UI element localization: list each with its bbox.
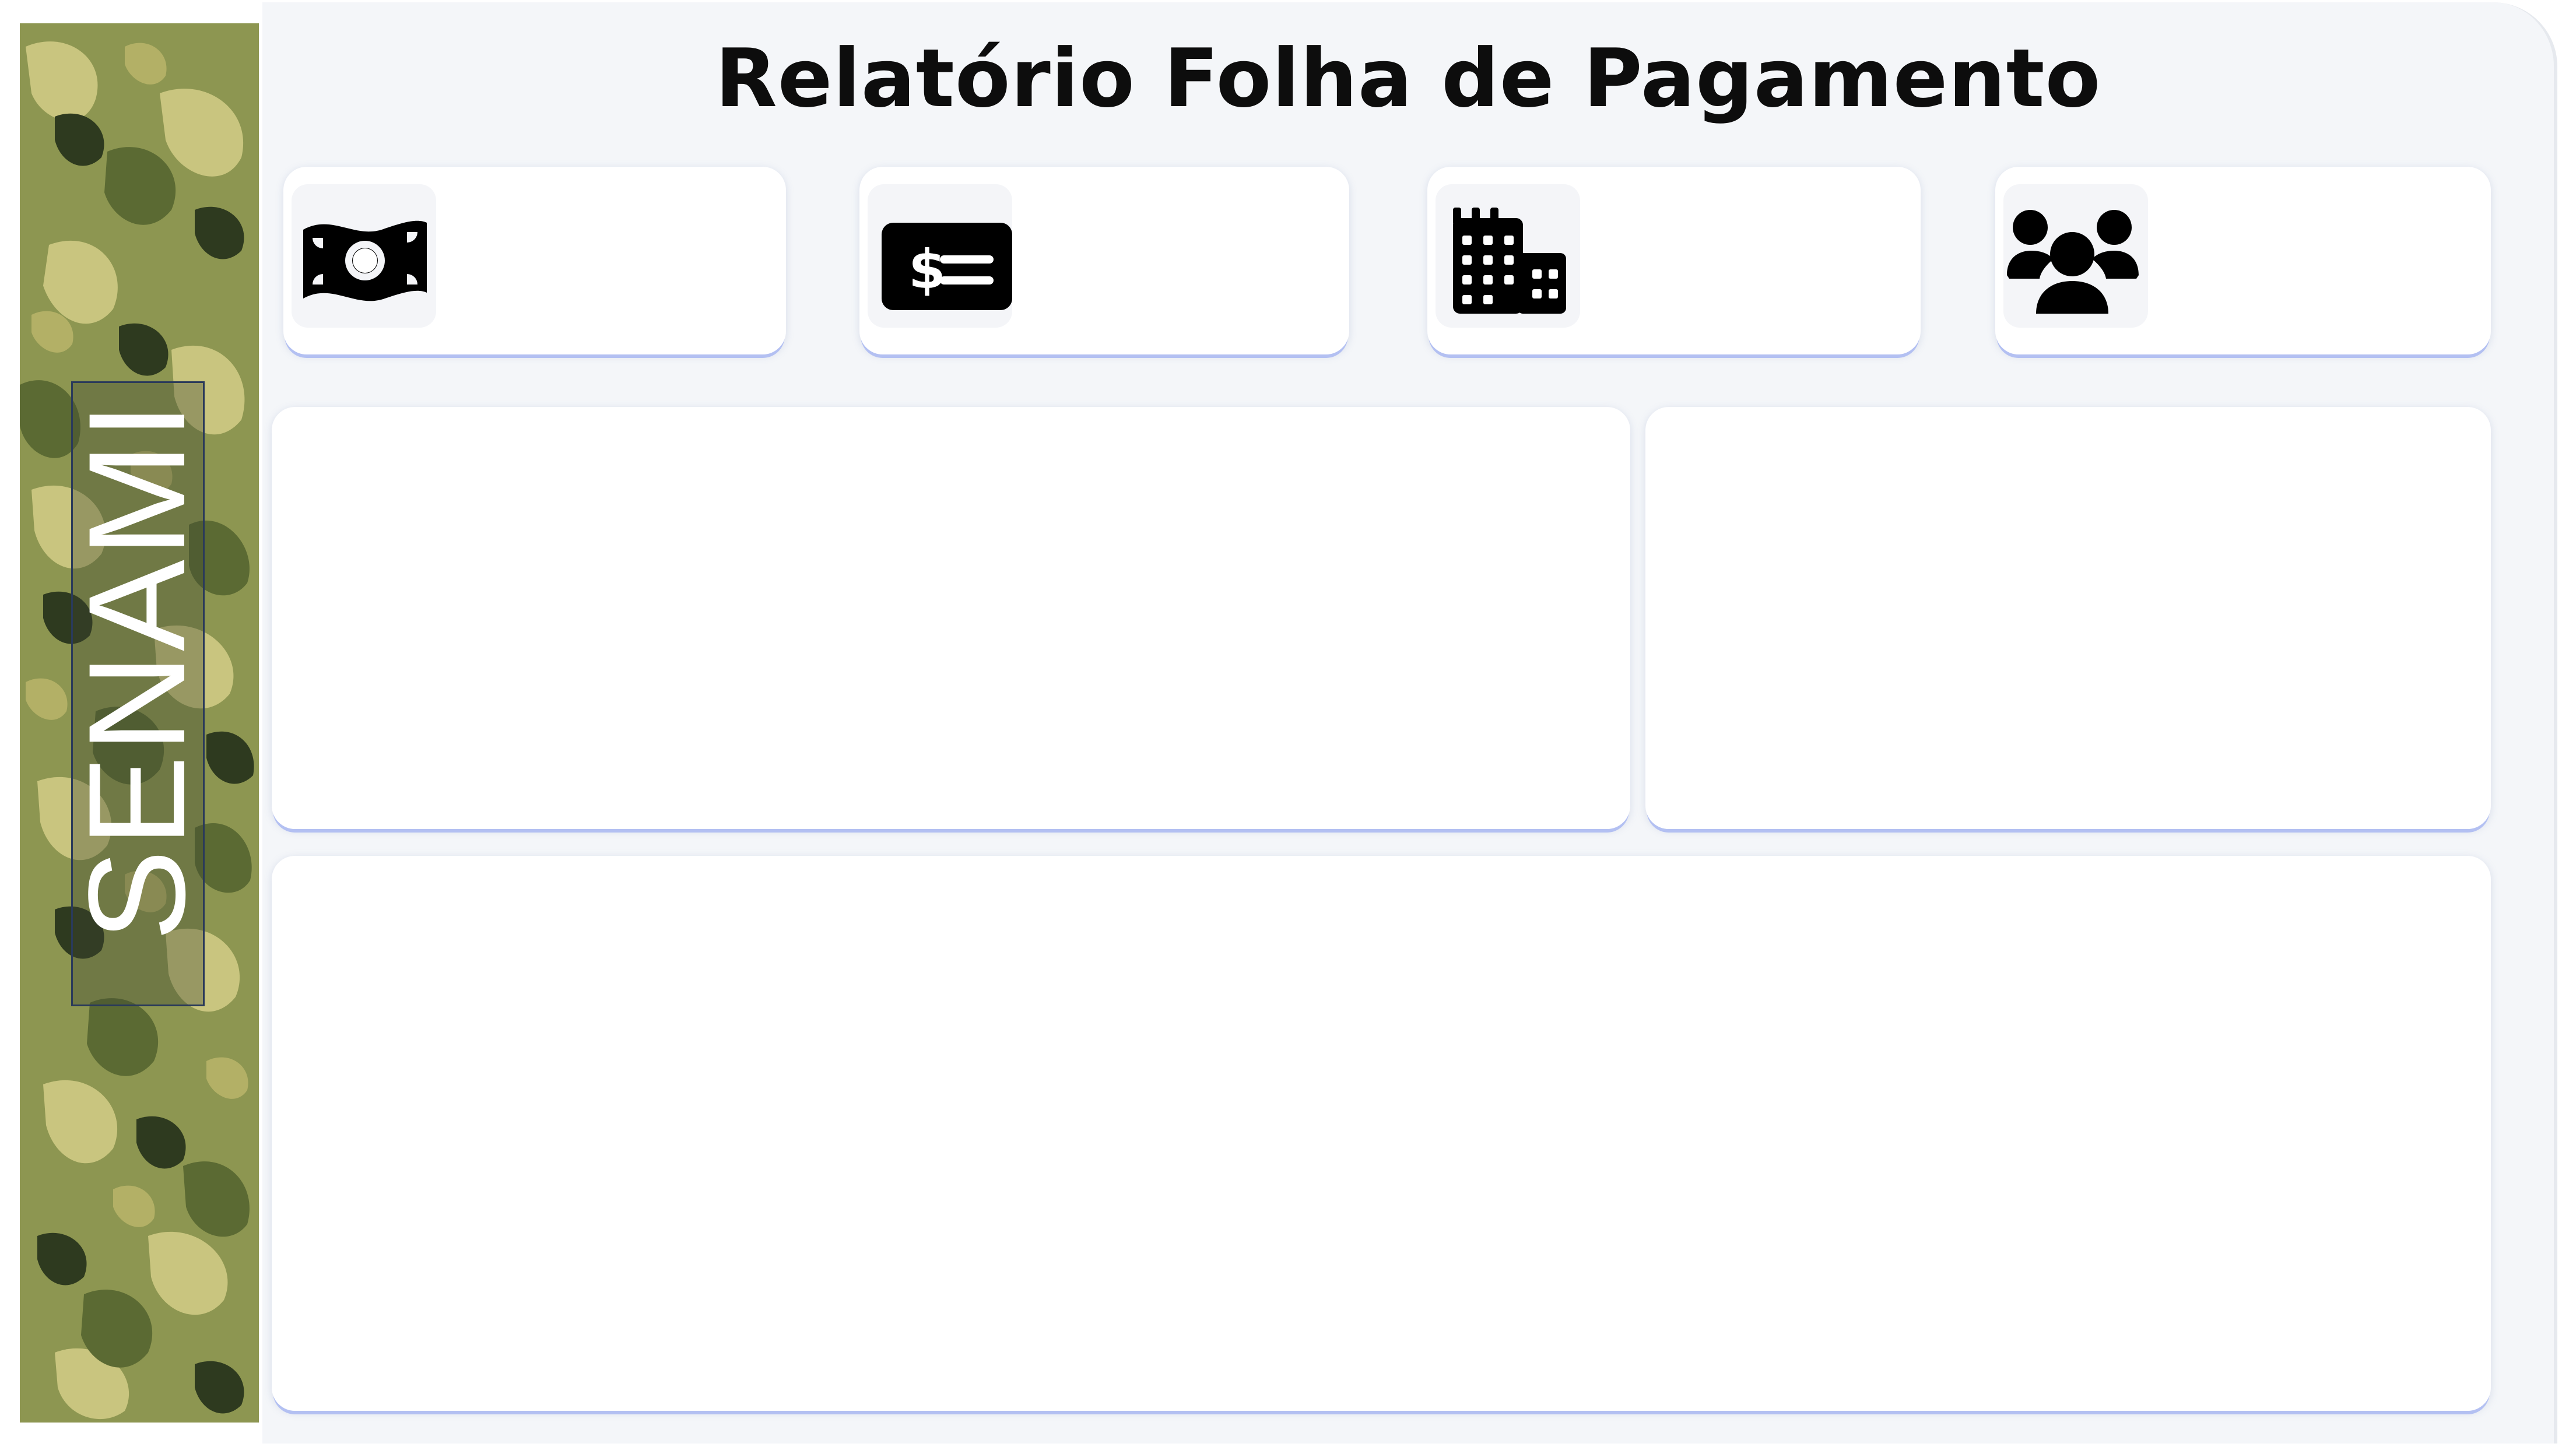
kpi-card-payroll-total[interactable]: [283, 167, 786, 354]
building-icon: [1453, 208, 1566, 314]
page-title: Relatório Folha de Pagamento: [715, 31, 2101, 125]
users-icon: [2007, 210, 2139, 314]
money-bill-wave-icon: [303, 220, 427, 301]
chart-card-right[interactable]: [1645, 407, 2491, 829]
money-check-dollar-icon: $: [882, 223, 1012, 310]
main-panel: Relatório Folha de Pagamento $: [262, 2, 2557, 1444]
svg-text:$: $: [908, 238, 946, 301]
kpi-icon-container: [292, 184, 436, 328]
kpi-icon-container: [1436, 184, 1580, 328]
chart-card-bottom[interactable]: [272, 856, 2491, 1411]
brand-name: SENAMI: [60, 399, 214, 942]
report-canvas: SENAMI Relatório Folha de Pagamento $: [0, 0, 2576, 1447]
kpi-icon-container: $: [868, 184, 1012, 328]
kpi-card-departments[interactable]: [1427, 167, 1921, 354]
kpi-icon-container: [2003, 184, 2148, 328]
kpi-card-payment-checks[interactable]: $: [859, 167, 1349, 354]
kpi-card-employees[interactable]: [1995, 167, 2491, 354]
chart-card-left[interactable]: [272, 407, 1630, 829]
